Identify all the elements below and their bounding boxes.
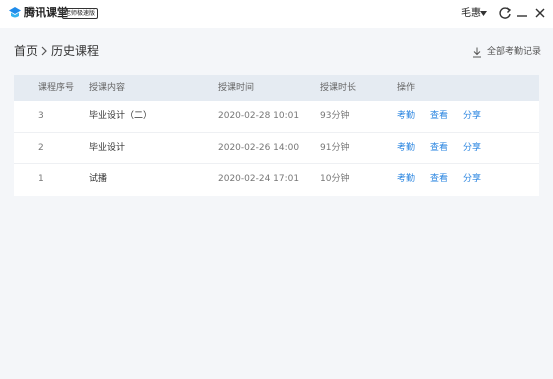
- course-index: 2: [38, 142, 44, 153]
- close-button[interactable]: [532, 5, 548, 21]
- column-header: 授课时长: [320, 83, 357, 93]
- close-icon: [535, 8, 545, 18]
- refresh-icon: [499, 7, 512, 19]
- title-bar: 腾讯课堂 老师极速版 毛惠: [0, 0, 553, 28]
- view-button[interactable]: 查看: [430, 143, 448, 154]
- course-content: 毕业设计（二）: [89, 111, 153, 121]
- minimize-icon: [517, 15, 527, 17]
- column-header: 授课时间: [218, 83, 255, 93]
- breadcrumb-home[interactable]: 首页: [14, 44, 38, 58]
- share-button[interactable]: 分享: [463, 111, 481, 122]
- column-header: 操作: [397, 83, 416, 93]
- user-name[interactable]: 毛惠: [461, 7, 481, 20]
- edition-badge: 老师极速版: [62, 8, 99, 19]
- export-attendance-link[interactable]: 全部考勤记录: [472, 45, 541, 59]
- column-header: 授课内容: [89, 83, 126, 93]
- course-duration: 93分钟: [320, 111, 350, 121]
- view-button[interactable]: 查看: [430, 111, 448, 122]
- attendance-button[interactable]: 考勤: [397, 143, 415, 154]
- page-title: 历史课程: [51, 44, 100, 58]
- course-time: 2020-02-24 17:01: [218, 174, 300, 184]
- course-duration: 10分钟: [320, 174, 350, 184]
- course-content: 毕业设计: [89, 142, 126, 153]
- column-header: 课程序号: [38, 83, 75, 93]
- view-button[interactable]: 查看: [430, 174, 448, 185]
- course-content: 试播: [89, 174, 108, 184]
- table-row: 3 毕业设计（二） 2020-02-28 10:01 93分钟 考勤 查看 分享: [14, 101, 539, 133]
- course-index: 3: [38, 111, 44, 121]
- attendance-button[interactable]: 考勤: [397, 174, 415, 185]
- logo-icon: [9, 7, 21, 18]
- refresh-button[interactable]: [497, 5, 513, 21]
- minimize-button[interactable]: [514, 5, 530, 21]
- table-row: 1 试播 2020-02-24 17:01 10分钟 考勤 查看 分享: [14, 164, 539, 196]
- export-label: 全部考勤记录: [487, 47, 542, 57]
- course-history-table: 课程序号 授课内容 授课时间 授课时长 操作 3 毕业设计（二） 2020-02…: [14, 75, 539, 196]
- attendance-button[interactable]: 考勤: [397, 111, 415, 122]
- table-header: 课程序号 授课内容 授课时间 授课时长 操作: [14, 75, 539, 101]
- download-icon: [473, 47, 481, 57]
- course-duration: 91分钟: [320, 142, 350, 153]
- course-time: 2020-02-28 10:01: [218, 111, 300, 121]
- course-index: 1: [38, 174, 44, 184]
- caret-down-icon[interactable]: [480, 11, 487, 16]
- chevron-right-icon: [41, 46, 47, 56]
- share-button[interactable]: 分享: [463, 174, 481, 185]
- table-row: 2 毕业设计 2020-02-26 14:00 91分钟 考勤 查看 分享: [14, 133, 539, 164]
- share-button[interactable]: 分享: [463, 143, 481, 154]
- course-time: 2020-02-26 14:00: [218, 142, 300, 153]
